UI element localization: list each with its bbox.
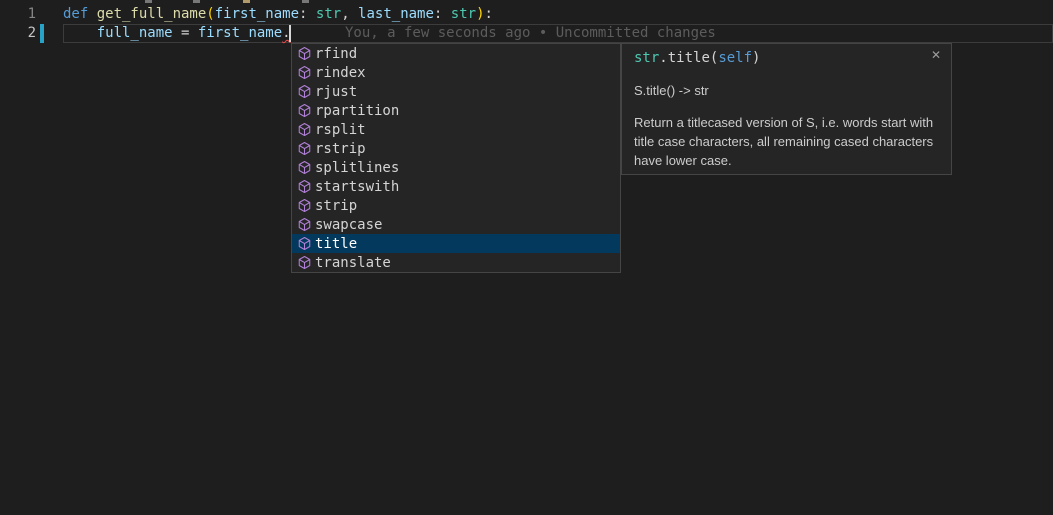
punct: :: [434, 6, 451, 22]
method-icon: [297, 217, 312, 232]
doc-summary: S.title() -> str: [634, 82, 939, 100]
close-icon[interactable]: ✕: [928, 47, 944, 63]
code-line-1-text[interactable]: def get_full_name(first_name: str, last_…: [63, 5, 493, 24]
colon: :: [485, 6, 493, 22]
suggestion-label: strip: [315, 198, 357, 214]
suggestion-item-rsplit[interactable]: rsplit: [292, 120, 620, 139]
method-icon: [297, 255, 312, 270]
code-editor: 1 def get_full_name(first_name: str, las…: [0, 0, 1053, 515]
doc-description: Return a titlecased version of S, i.e. w…: [634, 113, 939, 170]
method-icon: [297, 141, 312, 156]
method-icon: [297, 84, 312, 99]
gitlens-blame-annotation: You, a few seconds ago • Uncommitted cha…: [345, 24, 716, 43]
line-number-2[interactable]: 2: [0, 24, 36, 43]
top-edge-artifact: [302, 0, 309, 3]
signature-close-paren: ): [752, 50, 760, 66]
top-edge-artifact: [243, 0, 250, 3]
line-number-1[interactable]: 1: [0, 5, 36, 24]
method-icon: [297, 46, 312, 61]
suggestion-item-rindex[interactable]: rindex: [292, 63, 620, 82]
text-cursor: [289, 25, 291, 42]
method-icon: [297, 160, 312, 175]
method-icon: [297, 198, 312, 213]
signature-param-self: self: [718, 50, 752, 66]
suggestion-item-swapcase[interactable]: swapcase: [292, 215, 620, 234]
suggestion-item-rfind[interactable]: rfind: [292, 44, 620, 63]
suggestion-label: rjust: [315, 84, 357, 100]
top-edge-artifact: [193, 0, 200, 3]
type-str: str: [451, 6, 476, 22]
suggest-widget: rfind rindex rjust rpartition rsplit rst…: [291, 43, 621, 273]
indent: [63, 25, 97, 41]
git-modified-indicator[interactable]: [40, 24, 44, 43]
method-icon: [297, 122, 312, 137]
param-last-name: last_name: [358, 6, 434, 22]
signature-receiver: str: [634, 50, 659, 66]
open-paren: (: [206, 6, 214, 22]
suggestion-item-translate[interactable]: translate: [292, 253, 620, 272]
suggest-details-panel: str.title(self) S.title() -> str Return …: [621, 43, 952, 175]
param-first-name: first_name: [215, 6, 299, 22]
code-line-2: 2 full_name = first_name. You, a few sec…: [0, 24, 1053, 43]
suggestion-label: title: [315, 236, 357, 252]
signature-method: .title(: [659, 50, 718, 66]
suggestion-label: swapcase: [315, 217, 382, 233]
suggestion-item-startswith[interactable]: startswith: [292, 177, 620, 196]
method-icon: [297, 103, 312, 118]
suggestion-label: splitlines: [315, 160, 399, 176]
keyword-def: def: [63, 6, 97, 22]
suggestion-item-splitlines[interactable]: splitlines: [292, 158, 620, 177]
close-paren: ): [476, 6, 484, 22]
punct: :: [299, 6, 316, 22]
top-edge-artifact: [145, 0, 152, 3]
method-icon: [297, 236, 312, 251]
type-str: str: [316, 6, 341, 22]
var-first-name: first_name: [198, 25, 282, 41]
suggestion-label: startswith: [315, 179, 399, 195]
suggestion-label: rfind: [315, 46, 357, 62]
suggestion-label: rpartition: [315, 103, 399, 119]
code-line-2-text[interactable]: full_name = first_name.: [63, 24, 291, 43]
assign-operator: =: [173, 25, 198, 41]
suggestion-label: translate: [315, 255, 391, 271]
suggestion-item-rjust[interactable]: rjust: [292, 82, 620, 101]
punct: ,: [341, 6, 358, 22]
code-line-1: 1 def get_full_name(first_name: str, las…: [0, 5, 1053, 24]
suggestion-item-strip[interactable]: strip: [292, 196, 620, 215]
signature: str.title(self): [634, 49, 939, 68]
function-name: get_full_name: [97, 6, 207, 22]
suggestion-item-title-selected[interactable]: title: [292, 234, 620, 253]
suggestion-label: rindex: [315, 65, 366, 81]
method-icon: [297, 65, 312, 80]
var-full-name: full_name: [97, 25, 173, 41]
suggestion-item-rstrip[interactable]: rstrip: [292, 139, 620, 158]
suggestion-label: rsplit: [315, 122, 366, 138]
suggestion-item-rpartition[interactable]: rpartition: [292, 101, 620, 120]
method-icon: [297, 179, 312, 194]
suggestion-label: rstrip: [315, 141, 366, 157]
